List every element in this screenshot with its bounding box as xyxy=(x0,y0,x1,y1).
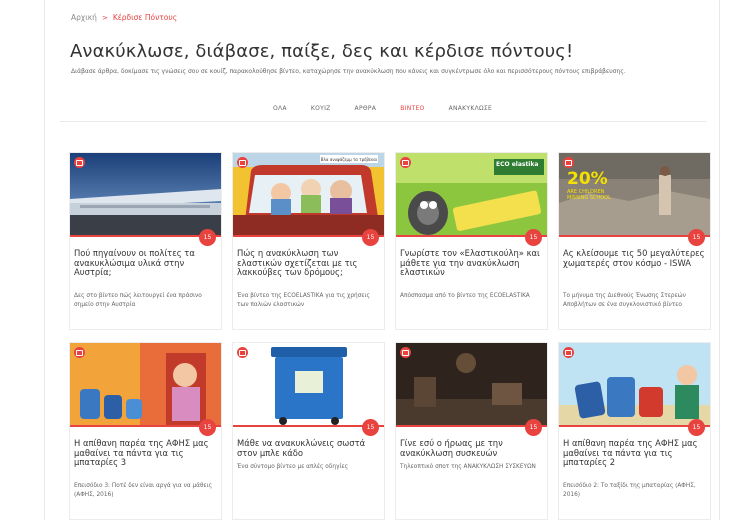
breadcrumb-current: Κέρδισε Πόντους xyxy=(112,13,178,22)
video-thumbnail[interactable]: ECO elastika xyxy=(396,153,547,237)
video-card[interactable]: Βλα ανυψάζεμμ τα τρέβεναι 15 Πώς η ανακύ… xyxy=(232,152,385,330)
video-camera-icon xyxy=(237,347,248,358)
card-title[interactable]: Πού πηγαίνουν οι πολίτες τα ανακυκλώσιμα… xyxy=(74,248,216,278)
filter-tabs: ΟΛΑ ΚΟΥΙΖ ΑΡΘΡΑ ΒΙΝΤΕΟ ΑΝΑΚΥΚΛΩΣΕ xyxy=(261,103,504,118)
thumbnail-dark-room xyxy=(396,343,547,427)
thumbnail-afis-grandma xyxy=(70,343,221,427)
points-badge: 15 xyxy=(362,419,379,436)
points-badge: 15 xyxy=(362,229,379,246)
video-thumbnail[interactable]: Βλα ανυψάζεμμ τα τρέβεναι xyxy=(233,153,384,237)
card-title[interactable]: Γνωρίστε τον «Ελαστικούλη» και μάθετε γι… xyxy=(400,248,542,278)
card-title[interactable]: Μάθε να ανακυκλώνεις σωστά στον μπλε κάδ… xyxy=(237,438,379,458)
tabs-divider xyxy=(60,121,706,122)
video-card[interactable]: 15 Πού πηγαίνουν οι πολίτες τα ανακυκλώσ… xyxy=(69,152,222,330)
breadcrumb: Αρχική > Κέρδισε Πόντους xyxy=(71,13,177,22)
cards-grid: 15 Πού πηγαίνουν οι πολίτες τα ανακυκλώσ… xyxy=(69,152,711,520)
tab-video[interactable]: ΒΙΝΤΕΟ xyxy=(388,103,436,118)
video-thumbnail[interactable] xyxy=(233,343,384,427)
tab-all[interactable]: ΟΛΑ xyxy=(261,103,299,118)
page-title: Ανακύκλωσε, διάβασε, παίξε, δες και κέρδ… xyxy=(70,41,574,62)
card-description: Τηλεοπτικό σποτ της ΑΝΑΚΥΚΛΩΣΗ ΣΥΣΚΕΥΩΝ xyxy=(400,464,536,470)
video-camera-icon xyxy=(74,157,85,168)
card-description: Επεισόδιο 3: Ποτέ δεν είναι αργά για να … xyxy=(74,483,213,498)
thumbnail-sign: Βλα ανυψάζεμμ τα τρέβεναι xyxy=(320,155,378,163)
thumbnail-austria-building xyxy=(70,153,221,237)
points-badge: 15 xyxy=(688,419,705,436)
video-card[interactable]: 15 Γίνε εσύ ο ήρωας με την ανακύκλωση συ… xyxy=(395,342,548,520)
card-title[interactable]: Γίνε εσύ ο ήρωας με την ανακύκλωση συσκε… xyxy=(400,438,542,458)
card-title[interactable]: Η απίθανη παρέα της ΑΦΗΣ μας μαθαίνει τα… xyxy=(74,438,216,468)
breadcrumb-home-link[interactable]: Αρχική xyxy=(71,13,97,22)
overlay-percent: 20% xyxy=(567,169,608,189)
tab-recycle[interactable]: ΑΝΑΚΥΚΛΩΣΕ xyxy=(437,103,505,118)
points-badge: 15 xyxy=(199,229,216,246)
card-title[interactable]: Πώς η ανακύκλωση των ελαστικών σχετίζετα… xyxy=(237,248,379,278)
page-subtitle: Διάβασε άρθρα, δοκίμασε τις γνώσεις σου … xyxy=(71,68,626,75)
video-camera-icon xyxy=(563,347,574,358)
thumbnail-blue-bin xyxy=(233,343,384,427)
card-description: Ένα σύντομο βίντεο με απλές οδηγίες xyxy=(237,464,348,470)
video-thumbnail[interactable] xyxy=(396,343,547,427)
video-card[interactable]: 15 Μάθε να ανακυκλώνεις σωστά στον μπλε … xyxy=(232,342,385,520)
video-card[interactable]: 20% ARE CHILDREN MISSING SCHOOL 15 Ας κλ… xyxy=(558,152,711,330)
video-camera-icon xyxy=(74,347,85,358)
thumbnail-brand-label: ECO elastika xyxy=(496,161,539,168)
card-title[interactable]: Η απίθανη παρέα της ΑΦΗΣ μας μαθαίνει τα… xyxy=(563,438,705,468)
tab-quiz[interactable]: ΚΟΥΙΖ xyxy=(299,103,343,118)
tab-articles[interactable]: ΑΡΘΡΑ xyxy=(343,103,389,118)
thumbnail-overlay-text: 20% ARE CHILDREN MISSING SCHOOL xyxy=(567,171,611,201)
video-camera-icon xyxy=(237,157,248,168)
points-badge: 15 xyxy=(199,419,216,436)
video-thumbnail[interactable] xyxy=(70,153,221,237)
video-camera-icon xyxy=(563,157,574,168)
card-description: Το μήνυμα της Διεθνούς Ένωσης Στερεών Απ… xyxy=(563,293,686,308)
video-thumbnail[interactable] xyxy=(559,343,710,427)
video-card[interactable]: 15 Η απίθανη παρέα της ΑΦΗΣ μας μαθαίνει… xyxy=(558,342,711,520)
video-thumbnail[interactable]: 20% ARE CHILDREN MISSING SCHOOL xyxy=(559,153,710,237)
points-badge: 15 xyxy=(688,229,705,246)
video-thumbnail[interactable] xyxy=(70,343,221,427)
thumbnail-afis-batteries xyxy=(559,343,710,427)
thumbnail-cartoon-car xyxy=(233,153,384,237)
card-description: Ένα βίντεο της ECOELASTIKA για τις χρήσε… xyxy=(237,293,370,308)
page-frame: Αρχική > Κέρδισε Πόντους Ανακύκλωσε, διά… xyxy=(44,0,720,520)
card-description: Επεισόδιο 2: Το ταξίδι της μπαταρίας (ΑΦ… xyxy=(563,483,696,498)
video-card[interactable]: 15 Η απίθανη παρέα της ΑΦΗΣ μας μαθαίνει… xyxy=(69,342,222,520)
video-camera-icon xyxy=(400,157,411,168)
breadcrumb-separator-icon: > xyxy=(101,13,108,22)
overlay-line-2: MISSING SCHOOL xyxy=(567,195,611,201)
video-card[interactable]: ECO elastika 15 Γνωρίστε τον «Ελαστικούλ… xyxy=(395,152,548,330)
card-title[interactable]: Ας κλείσουμε τις 50 μεγαλύτερες χωματερέ… xyxy=(563,248,705,268)
video-camera-icon xyxy=(400,347,411,358)
card-description: Δες στο βίντεο πώς λειτουργεί ένα πράσιν… xyxy=(74,293,202,308)
card-description: Απόσπασμα από το βίντεο της ECOELASTIKA xyxy=(400,293,530,299)
points-badge: 15 xyxy=(525,229,542,246)
points-badge: 15 xyxy=(525,419,542,436)
